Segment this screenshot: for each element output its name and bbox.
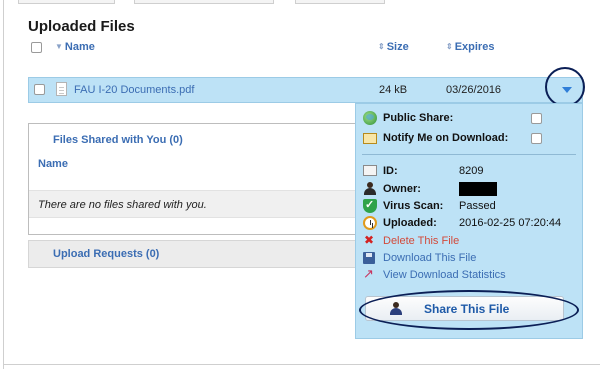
stats-row[interactable]: View Download Statistics (363, 266, 578, 282)
user-icon (363, 182, 377, 196)
id-card-icon (363, 165, 377, 176)
owner-label: Owner: (383, 183, 421, 195)
files-shared-column-name[interactable]: Name (38, 158, 68, 170)
view-stats-link[interactable]: View Download Statistics (383, 269, 506, 281)
document-icon (56, 82, 67, 96)
top-tab-1[interactable] (18, 0, 115, 4)
top-tab-3[interactable] (295, 0, 385, 4)
files-shared-empty-message: There are no files shared with you. (38, 199, 207, 211)
uploaded-value: 2016-02-25 07:20:44 (459, 217, 562, 229)
id-value: 8209 (459, 165, 484, 177)
files-shared-section: Files Shared with You (0) Name There are… (28, 123, 365, 235)
virus-scan-value: Passed (459, 200, 496, 212)
chart-icon (363, 266, 377, 282)
globe-icon (363, 111, 377, 125)
file-size: 24 kB (379, 84, 408, 96)
shield-check-icon (363, 198, 377, 213)
download-file-link[interactable]: Download This File (383, 252, 476, 264)
owner-redacted (459, 182, 497, 196)
file-row[interactable]: FAU I-20 Documents.pdf 24 kB 03/26/2016 (28, 77, 583, 103)
upload-requests-heading: Upload Requests (0) (53, 248, 160, 260)
top-tab-2[interactable] (134, 0, 274, 4)
notify-label: Notify Me on Download: (383, 132, 509, 144)
column-header-size[interactable]: ⇕ Size (378, 41, 409, 53)
notify-row: Notify Me on Download: (363, 131, 578, 145)
sort-icon: ⇕ (378, 42, 385, 51)
file-expires: 03/26/2016 (446, 84, 502, 96)
download-row[interactable]: Download This File (363, 251, 578, 265)
panel-divider (362, 154, 576, 155)
column-header-expires[interactable]: ⇕ Expires (446, 41, 494, 53)
uploaded-row: Uploaded: 2016-02-25 07:20:44 (363, 216, 578, 230)
uploaded-label: Uploaded: (383, 217, 437, 229)
id-label: ID: (383, 165, 398, 177)
floppy-disk-icon (363, 252, 375, 264)
delete-file-link[interactable]: Delete This File (383, 235, 459, 247)
virus-scan-row: Virus Scan: Passed (363, 198, 578, 213)
sort-icon: ⇕ (446, 42, 453, 51)
column-header-expires-label: Expires (454, 41, 495, 53)
owner-row: Owner: (363, 182, 578, 196)
frame-left-border (3, 0, 4, 369)
public-share-row: Public Share: (363, 111, 578, 125)
public-share-label: Public Share: (383, 112, 454, 124)
column-header-name-label: Name (64, 41, 95, 53)
page-title: Uploaded Files (28, 18, 135, 35)
notify-checkbox[interactable] (531, 133, 542, 144)
annotation-circle-expand (545, 67, 585, 107)
file-row-checkbox[interactable] (34, 84, 45, 95)
virus-scan-label: Virus Scan: (383, 200, 444, 212)
files-shared-heading[interactable]: Files Shared with You (0) (53, 134, 183, 146)
annotation-circle-share (359, 290, 579, 330)
file-name-link[interactable]: FAU I-20 Documents.pdf (74, 84, 194, 96)
delete-row[interactable]: Delete This File (363, 233, 578, 248)
id-row: ID: 8209 (363, 164, 578, 178)
select-all-checkbox[interactable] (31, 42, 42, 53)
envelope-icon (363, 133, 377, 144)
column-header-size-label: Size (386, 41, 409, 53)
frame-bottom-border (3, 364, 600, 365)
sort-desc-icon: ▼ (55, 42, 63, 51)
upload-requests-section[interactable]: Upload Requests (0) (28, 240, 365, 268)
clock-icon (363, 216, 377, 230)
column-header-name[interactable]: ▼ Name (55, 41, 95, 53)
public-share-checkbox[interactable] (531, 113, 542, 124)
files-shared-empty-row: There are no files shared with you. (29, 190, 364, 218)
delete-x-icon (363, 233, 377, 248)
